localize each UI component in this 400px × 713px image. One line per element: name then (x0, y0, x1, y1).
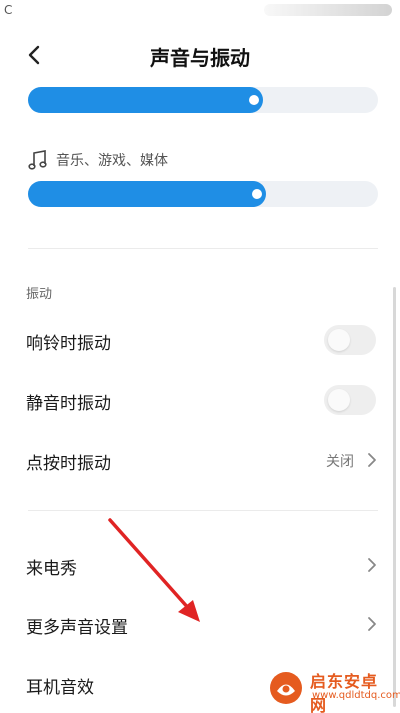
section-divider (28, 248, 378, 249)
page-title: 声音与振动 (150, 46, 250, 70)
tap-vibrate-row[interactable]: 点按时振动 关闭 (0, 432, 400, 488)
music-note-icon (28, 150, 47, 170)
scrollbar[interactable] (393, 287, 396, 707)
vibration-section-title: 振动 (26, 287, 53, 302)
caller-show-label: 来电秀 (26, 559, 77, 579)
media-volume-fill (28, 181, 266, 207)
ring-vibrate-label: 响铃时振动 (26, 334, 111, 354)
ring-vibrate-toggle[interactable] (324, 325, 376, 355)
media-volume-label-row: 音乐、游戏、媒体 (28, 148, 168, 172)
chevron-right-icon (368, 617, 376, 631)
silent-vibrate-label: 静音时振动 (26, 394, 111, 414)
media-volume-label: 音乐、游戏、媒体 (56, 153, 168, 169)
status-bar-icons (264, 4, 392, 16)
section-divider (28, 510, 378, 511)
media-volume-slider[interactable] (28, 181, 378, 207)
top-app-bar: 声音与振动 (0, 30, 400, 80)
ringtone-volume-slider[interactable] (28, 87, 378, 113)
more-sound-settings-label: 更多声音设置 (26, 618, 128, 638)
chevron-right-icon (368, 453, 376, 467)
ringtone-volume-fill (28, 87, 263, 113)
tap-vibrate-label: 点按时振动 (26, 454, 111, 474)
silent-vibrate-row[interactable]: 静音时振动 (0, 372, 400, 428)
toggle-thumb (328, 329, 350, 351)
status-bar-text: C (4, 3, 13, 17)
media-volume-knob[interactable] (252, 189, 262, 199)
toggle-thumb (328, 389, 350, 411)
watermark-logo-icon (270, 672, 302, 704)
watermark: 启东安卓网 www.qdldtdq.com (268, 668, 400, 713)
caller-show-row[interactable]: 来电秀 (0, 537, 400, 593)
chevron-right-icon (368, 558, 376, 572)
watermark-url: www.qdldtdq.com (312, 690, 400, 701)
ringtone-volume-knob[interactable] (249, 95, 259, 105)
headphone-effects-label: 耳机音效 (26, 678, 94, 698)
ring-vibrate-row[interactable]: 响铃时振动 (0, 312, 400, 368)
more-sound-settings-row[interactable]: 更多声音设置 (0, 596, 400, 652)
silent-vibrate-toggle[interactable] (324, 385, 376, 415)
status-bar: C (0, 0, 400, 22)
tap-vibrate-value: 关闭 (326, 454, 354, 470)
